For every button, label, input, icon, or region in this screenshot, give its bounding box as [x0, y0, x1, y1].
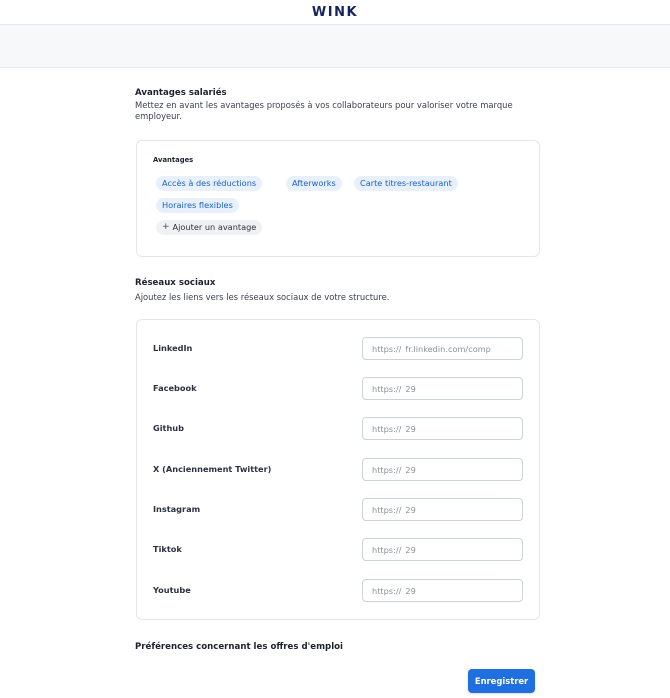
benefits-card-label: Avantages [153, 156, 194, 164]
social-title: Réseaux sociaux [135, 278, 216, 288]
tiktok-url-input[interactable]: https:// 29 [362, 538, 523, 561]
social-label-tiktok: Tiktok [153, 544, 182, 554]
url-prefix: https:// [372, 464, 402, 475]
url-value: 29 [405, 544, 416, 555]
url-prefix: https:// [372, 504, 402, 515]
social-label-facebook: Facebook [153, 383, 197, 393]
save-button[interactable]: Enregistrer [468, 669, 535, 693]
wink-logo[interactable]: WINK [312, 5, 358, 20]
sub-header [0, 25, 670, 68]
facebook-url-input[interactable]: https:// 29 [362, 377, 523, 400]
url-value: 29 [405, 383, 416, 394]
url-value: 29 [405, 464, 416, 475]
social-label-instagram: Instagram [153, 504, 201, 514]
youtube-url-input[interactable]: https:// 29 [362, 579, 523, 602]
benefit-chip[interactable]: Carte titres-restaurant [354, 176, 458, 191]
url-value: 29 [405, 504, 416, 515]
benefit-chip[interactable]: Horaires flexibles [156, 198, 239, 213]
social-label-youtube: Youtube [153, 585, 191, 595]
main-content: Avantages salariés Mettez en avant les a… [0, 68, 670, 698]
add-benefit-button[interactable]: + Ajouter un avantage [156, 220, 263, 235]
benefit-chip[interactable]: Accès à des réductions [156, 176, 263, 191]
job-prefs-title: Préférences concernant les offres d'empl… [135, 642, 343, 652]
url-value: fr.linkedin.com/comp [405, 343, 491, 354]
social-label-x: X (Anciennement Twitter) [153, 464, 272, 474]
social-label-linkedin: LinkedIn [153, 343, 193, 353]
instagram-url-input[interactable]: https:// 29 [362, 498, 523, 521]
url-value: 29 [405, 423, 416, 434]
plus-icon: + [162, 222, 170, 232]
url-prefix: https:// [372, 343, 402, 354]
benefits-title: Avantages salariés [135, 88, 227, 98]
top-bar: WINK [0, 0, 670, 25]
url-value: 29 [405, 585, 416, 596]
social-label-github: Github [153, 423, 184, 433]
url-prefix: https:// [372, 544, 402, 555]
benefit-chip[interactable]: Afterworks [286, 176, 342, 191]
add-benefit-label: Ajouter un avantage [172, 222, 257, 232]
url-prefix: https:// [372, 585, 402, 596]
social-description: Ajoutez les liens vers les réseaux socia… [135, 292, 390, 302]
benefits-description: Mettez en avant les avantages proposés à… [135, 100, 513, 121]
benefits-card: Avantages Accès à des réductions Afterwo… [136, 140, 540, 257]
github-url-input[interactable]: https:// 29 [362, 417, 523, 440]
linkedin-url-input[interactable]: https:// fr.linkedin.com/comp [362, 337, 523, 360]
x-url-input[interactable]: https:// 29 [362, 458, 523, 481]
url-prefix: https:// [372, 383, 402, 394]
url-prefix: https:// [372, 423, 402, 434]
social-card: LinkedIn https:// fr.linkedin.com/comp F… [136, 319, 540, 620]
